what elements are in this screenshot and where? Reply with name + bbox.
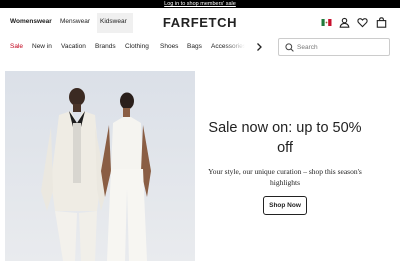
search-icon bbox=[285, 43, 294, 52]
members-sale-login-link[interactable]: Log in to shop members' sale bbox=[164, 1, 236, 7]
nav-new-in[interactable]: New in bbox=[32, 42, 52, 52]
farfetch-logo[interactable]: FARFETCH bbox=[150, 15, 250, 31]
dept-kidswear[interactable]: Kidswear bbox=[100, 17, 127, 27]
nav-clothing[interactable]: Clothing bbox=[125, 42, 149, 52]
chevron-right-icon[interactable] bbox=[255, 42, 263, 52]
nav-vacation[interactable]: Vacation bbox=[61, 42, 86, 52]
top-header: Womenswear Menswear Kidswear FARFETCH bbox=[0, 12, 400, 34]
dept-womenswear[interactable]: Womenswear bbox=[10, 17, 52, 27]
category-overflow-fade bbox=[225, 38, 250, 56]
nav-sale[interactable]: Sale bbox=[10, 42, 23, 52]
wishlist-icon[interactable] bbox=[357, 17, 368, 28]
hero-subtext: Your style, our unique curation – shop t… bbox=[208, 167, 362, 187]
nav-bags[interactable]: Bags bbox=[187, 42, 202, 52]
bag-icon[interactable] bbox=[376, 17, 387, 28]
shop-now-button[interactable]: Shop Now bbox=[263, 196, 307, 215]
flag-icon[interactable] bbox=[321, 17, 332, 28]
account-icon[interactable] bbox=[339, 17, 350, 28]
dept-menswear[interactable]: Menswear bbox=[60, 17, 90, 27]
hero-headline: Sale now on: up to 50% off bbox=[208, 120, 362, 156]
hero-image[interactable] bbox=[5, 71, 195, 261]
promo-bar: Log in to shop members' sale bbox=[0, 0, 400, 8]
nav-brands[interactable]: Brands bbox=[95, 42, 116, 52]
hero-copy: Sale now on: up to 50% off Your style, o… bbox=[205, 118, 365, 215]
search-field[interactable] bbox=[278, 38, 390, 56]
nav-shoes[interactable]: Shoes bbox=[160, 42, 178, 52]
search-input[interactable] bbox=[297, 41, 385, 53]
